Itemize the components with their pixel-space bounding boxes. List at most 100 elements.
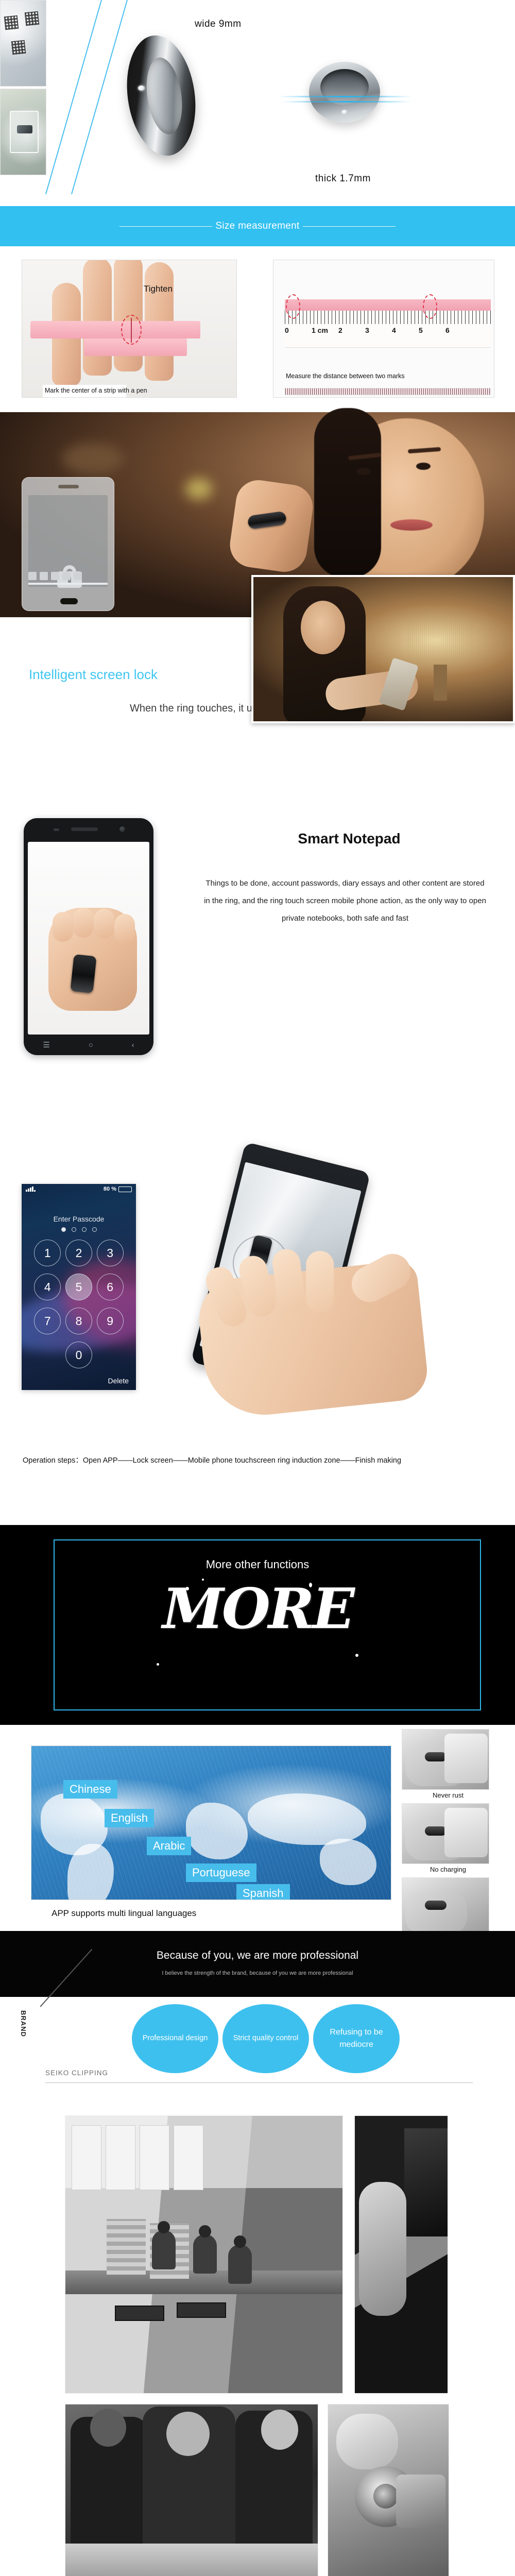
paint-splatter [185,1587,189,1590]
key-1[interactable]: 1 [34,1240,61,1266]
passcode-dot-empty [71,1227,76,1232]
knuckle-shape [94,909,114,939]
qr-code-icon [24,11,40,26]
more-functions-banner: More other functions MORE [0,1525,515,1725]
paint-splatter [202,1579,204,1581]
phone-nav-bar: ☰ ○ ‹ [24,1038,153,1052]
phone-icon [40,572,48,580]
feature-tile-never-rust: Never rust [402,1729,494,1801]
photo-woman-lamp-inset [251,575,515,723]
key-6[interactable]: 6 [96,1274,124,1300]
language-tag-portuguese: Portuguese [186,1863,256,1882]
browser-icon [62,572,71,580]
hair-shape [314,408,381,578]
photo-workers-inspecting [65,2404,318,2576]
continent-shape [320,1839,376,1885]
lifestyle-collage-section [0,408,515,723]
band-rule-right [302,226,396,227]
thumb-shape [359,2182,406,2316]
passcode-lockscreen: 80 % Enter Passcode 1 2 3 4 5 6 7 8 9 0 … [22,1184,136,1390]
back-icon[interactable]: ‹ [132,1041,134,1049]
key-8[interactable]: 8 [65,1308,92,1334]
languages-caption: APP supports multi lingual languages [52,1908,197,1918]
hand-wearing-ring [227,477,316,575]
thumbnail-packaging-qr[interactable] [0,0,46,87]
photo-factory-assembly-line [65,2115,343,2394]
key-5[interactable]: 5 [65,1274,92,1300]
passcode-dot-filled [61,1227,66,1232]
photo-ring-under-water [402,1877,489,1938]
key-2[interactable]: 2 [65,1240,92,1266]
passcode-dots [22,1227,136,1232]
thumb-shape [345,1247,417,1309]
diagonal-accent-line [40,2006,101,2067]
qr-code-icon [11,40,26,55]
earpiece-shape [71,827,98,831]
ring-band-shape [247,511,287,530]
woman-face-shape [314,408,484,588]
key-9[interactable]: 9 [96,1308,124,1334]
caption-mark-strip: Mark the center of a strip with a pen [43,385,147,397]
phone-shape [404,2128,448,2236]
home-icon[interactable]: ○ [89,1041,93,1049]
languages-section: Chinese English Arabic Portuguese Spanis… [0,1725,515,1947]
hand-holding-phone-photo [154,1142,494,1421]
band-rule-left [119,226,213,227]
mark-highlight-ellipse [286,294,300,319]
ring-band-shape [425,1901,447,1910]
passcode-demo-section: 80 % Enter Passcode 1 2 3 4 5 6 7 8 9 0 … [0,1133,515,1525]
battery-icon [118,1186,132,1192]
key-0[interactable]: 0 [65,1342,92,1368]
brand-vertical-label: BRAND [20,2010,27,2037]
ruler-tick: 0 [285,326,289,334]
window-shape [106,2125,135,2190]
ruler-tick: 1 cm [312,326,328,334]
measure-guide-line [45,0,102,195]
passcode-dot-empty [92,1227,97,1232]
circle-refusing-to-be-mediocre: Refusing to be mediocre [313,2004,400,2073]
factory-photo-grid [0,2094,515,2576]
fist-wearing-ring [48,908,137,1011]
tv-icon [28,572,37,580]
phone-dock-icons [28,570,108,582]
delete-button[interactable]: Delete [108,1377,129,1385]
finger-shape [83,260,112,376]
key-4[interactable]: 4 [34,1274,61,1300]
label-tighten: Tighten [144,284,173,294]
product-tray-shape [177,2302,226,2318]
phone-shape [444,1808,488,1857]
more-wordmark: MORE [162,1577,355,1641]
pen-mark-line [131,318,132,343]
phone-lockscreen-overlay [22,477,114,611]
hand-shape [195,1247,430,1421]
photo-ring-closeup-thumb [354,2115,448,2394]
menu-icon[interactable]: ☰ [43,1040,49,1049]
seiko-clipping-label: SEIKO CLIPPING [45,2069,109,2077]
thickness-guide-line [282,101,411,103]
thickness-guide-line [278,96,412,97]
key-7[interactable]: 7 [34,1308,61,1334]
seiko-divider [45,2082,473,2083]
dock-bar [28,583,108,585]
head-shape [261,2410,298,2450]
home-button[interactable] [60,598,78,604]
lips-shape [390,519,433,531]
battery-percent-label: 80 % [103,1186,116,1192]
mark-highlight-ellipse [423,294,437,319]
key-3[interactable]: 3 [96,1240,124,1266]
photo-ring-with-cup [402,1729,489,1790]
thumbnail-boxed-ring[interactable] [0,89,46,175]
ring-band-shape [425,1826,447,1836]
label-ring-thickness: thick 1.7mm [315,173,371,184]
ruler-tick: 6 [445,326,450,334]
finger-shape [306,1250,334,1313]
window-shape [174,2125,203,2190]
label-ring-width: wide 9mm [195,19,242,29]
passcode-dot-empty [81,1227,87,1232]
operation-steps-text: Operation steps：Open APP——Lock screen——M… [23,1456,402,1465]
world-map-graphic: Chinese English Arabic Portuguese Spanis… [31,1745,391,1900]
feature-tile-no-charging: No charging [402,1803,494,1875]
box-stack-shape [107,2219,146,2275]
notepad-description: Things to be done, account passwords, di… [204,879,486,923]
lamp-shade-shape [408,607,474,665]
